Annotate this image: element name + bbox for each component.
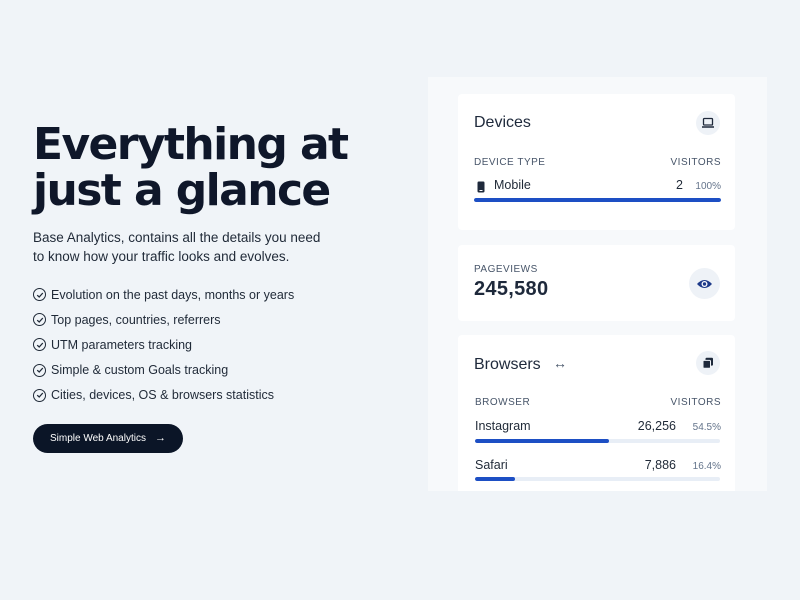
check-circle-icon xyxy=(33,313,46,327)
browser-bar-fill xyxy=(475,439,609,443)
dashboard-preview: Devices DEVICE TYPE VISITORS Mobile 2 10… xyxy=(428,77,767,491)
devices-card: Devices DEVICE TYPE VISITORS Mobile 2 10… xyxy=(458,94,735,230)
devices-title: Devices xyxy=(474,114,531,131)
browser-label: Instagram xyxy=(475,419,531,433)
device-count: 2 xyxy=(676,178,683,192)
browser-bar-fill xyxy=(475,477,516,481)
visitors-header: VISITORS xyxy=(670,397,721,408)
browser-bar-track xyxy=(475,477,720,481)
expand-arrows-icon[interactable]: ↔ xyxy=(553,355,567,371)
browser-count: 26,256 xyxy=(637,419,676,433)
page: Everything at just a glance Base Analyti… xyxy=(0,0,800,600)
browser-header: BROWSER xyxy=(475,397,531,408)
hero-description: Base Analytics, contains all the details… xyxy=(33,230,321,264)
feature-label: Evolution on the past days, months or ye… xyxy=(51,287,295,302)
feature-label: UTM parameters tracking xyxy=(51,337,193,352)
hero-section: Everything at just a glance Base Analyti… xyxy=(33,122,413,453)
feature-label: Simple & custom Goals tracking xyxy=(51,363,229,378)
check-circle-icon xyxy=(33,363,46,377)
feature-item: Cities, devices, OS & browsers statistic… xyxy=(33,383,413,408)
browser-label: Safari xyxy=(475,458,508,472)
check-circle-icon xyxy=(33,288,46,302)
feature-item: Evolution on the past days, months or ye… xyxy=(33,282,413,307)
hero-title: Everything at just a glance xyxy=(33,119,349,216)
feature-list: Evolution on the past days, months or ye… xyxy=(33,282,413,408)
feature-label: Top pages, countries, referrers xyxy=(51,312,221,327)
device-bar-track xyxy=(474,198,721,202)
feature-label: Cities, devices, OS & browsers statistic… xyxy=(51,388,274,403)
check-circle-icon xyxy=(33,338,46,352)
device-label: Mobile xyxy=(494,178,531,192)
cta-label: Simple Web Analytics xyxy=(50,432,146,444)
browser-percent: 54.5% xyxy=(692,422,721,433)
browser-percent: 16.4% xyxy=(692,461,721,472)
simple-web-analytics-button[interactable]: Simple Web Analytics → xyxy=(33,423,183,453)
arrow-right-icon: → xyxy=(154,432,166,445)
feature-item: Top pages, countries, referrers xyxy=(33,307,413,332)
pageviews-label: PAGEVIEWS xyxy=(474,264,538,275)
smartphone-icon xyxy=(477,180,485,198)
feature-item: UTM parameters tracking xyxy=(33,332,413,357)
copy-icon[interactable] xyxy=(696,351,720,375)
feature-item: Simple & custom Goals tracking xyxy=(33,358,413,383)
check-circle-icon xyxy=(33,388,46,402)
device-percent: 100% xyxy=(695,181,721,192)
browsers-card: Browsers ↔ BROWSER VISITORS Instagram 26… xyxy=(458,335,735,491)
browsers-title: Browsers xyxy=(474,356,541,373)
browser-bar-track xyxy=(475,439,720,443)
pageviews-card: PAGEVIEWS 245,580 xyxy=(458,245,735,321)
laptop-icon[interactable] xyxy=(696,111,720,135)
visitors-header: VISITORS xyxy=(670,157,721,168)
device-type-header: DEVICE TYPE xyxy=(474,157,546,168)
eye-icon[interactable] xyxy=(689,268,720,299)
browser-count: 7,886 xyxy=(644,458,676,472)
pageviews-value: 245,580 xyxy=(474,278,549,300)
device-bar-fill xyxy=(474,198,721,202)
